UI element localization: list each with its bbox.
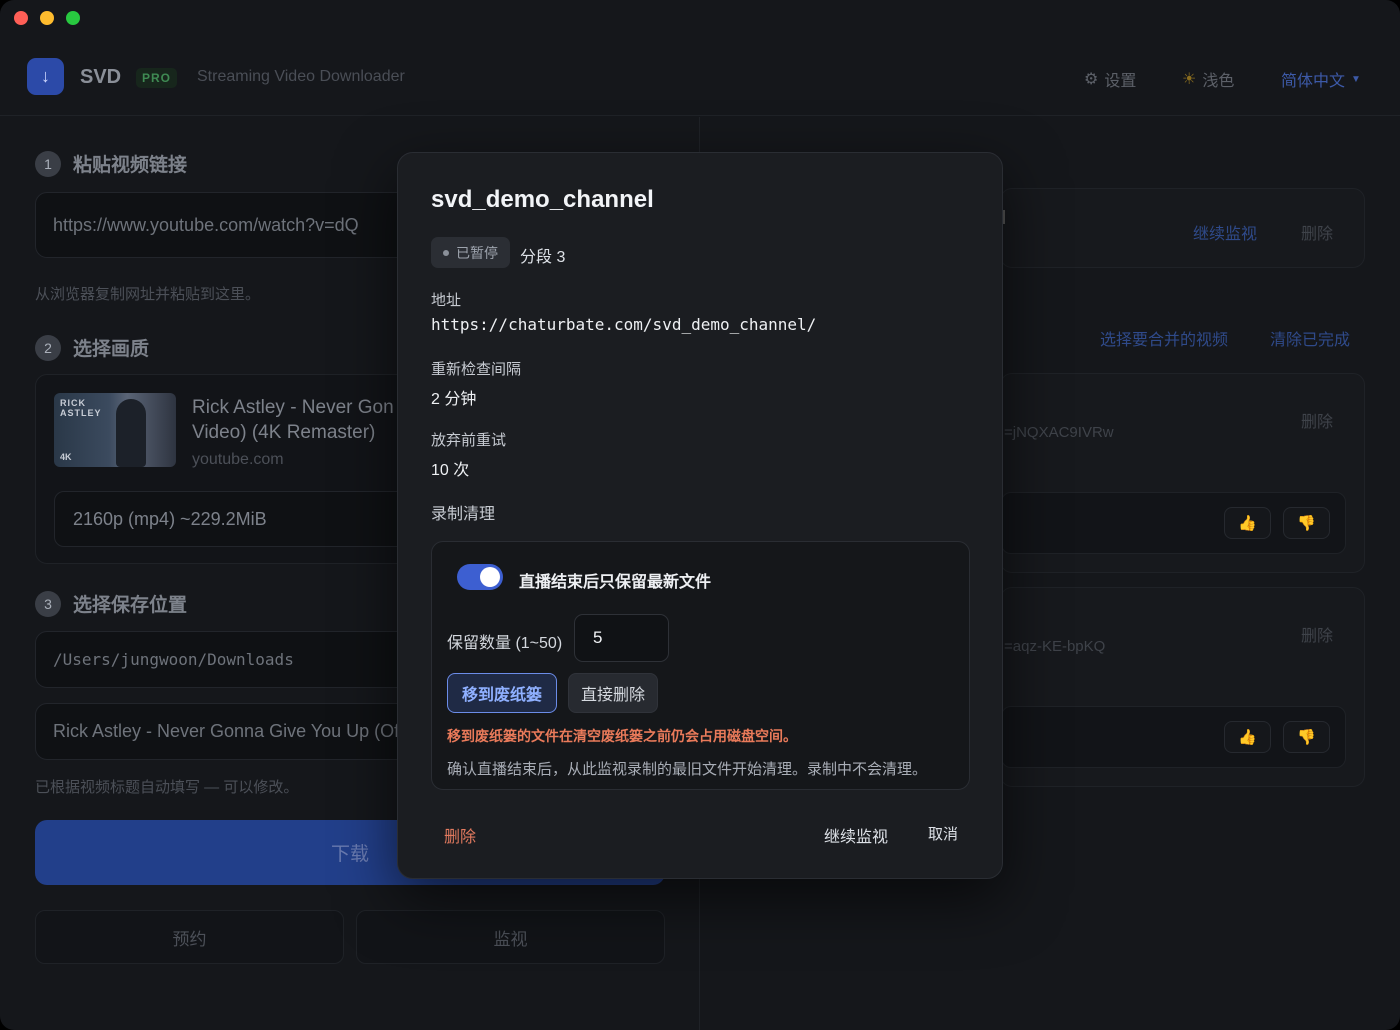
toggle-knob (480, 567, 500, 587)
status-badge: 已暂停 (431, 237, 510, 268)
gear-icon: ⚙ (1084, 71, 1099, 88)
app-name: SVD (80, 66, 122, 88)
video-site: youtube.com (192, 451, 284, 468)
thumbnail-text: RICK ASTLEY (60, 398, 102, 418)
segment-label: 分段 3 (520, 249, 566, 266)
close-window-button[interactable] (14, 11, 28, 25)
step-2-heading: 2 选择画质 (35, 334, 149, 361)
maximize-window-button[interactable] (66, 11, 80, 25)
merge-select-link[interactable]: 选择要合并的视频 (1100, 326, 1228, 350)
schedule-button[interactable]: 预约 (35, 910, 344, 964)
thumbnail-badge: 4K (60, 452, 72, 462)
step-label: 选择保存位置 (73, 595, 188, 616)
queue-item-feedback: 👍 👎 (1001, 492, 1346, 554)
settings-button[interactable]: ⚙ 设置 (1084, 67, 1136, 91)
save-path-value: /Users/jungwoon/Downloads (53, 650, 294, 669)
status-dot-icon (443, 249, 449, 256)
app-window: ↓ SVD PRO Streaming Video Downloader ⚙ 设… (0, 0, 1400, 1030)
monitor-resume-link[interactable]: 继续监视 (1193, 220, 1257, 244)
trash-warning: 移到废纸篓的文件在清空废纸篓之前仍会占用磁盘空间。 (447, 728, 797, 744)
sun-icon: ☀ (1182, 71, 1197, 88)
keep-count-label: 保留数量 (1~50) (447, 635, 563, 652)
queue-item-delete-link[interactable]: 删除 (1301, 408, 1333, 432)
address-value: https://chaturbate.com/svd_demo_channel/ (431, 315, 817, 334)
retry-label: 放弃前重试 (431, 432, 507, 449)
clear-completed-link[interactable]: 清除已完成 (1270, 326, 1350, 350)
monitor-delete-link[interactable]: 删除 (1301, 220, 1333, 244)
queue-item-url: =jNQXAC9IVRw (1004, 424, 1114, 441)
keep-latest-label: 直播结束后只保留最新文件 (519, 574, 712, 591)
theme-label: 浅色 (1202, 73, 1235, 90)
move-to-trash-option[interactable]: 移到废纸篓 (447, 673, 557, 713)
url-hint: 从浏览器复制网址并粘贴到这里。 (35, 286, 261, 303)
caret-down-icon: ▼ (1351, 73, 1361, 85)
step-1-heading: 1 粘贴视频链接 (35, 150, 187, 177)
cleanup-note: 确认直播结束后，从此监视录制的最旧文件开始清理。录制中不会清理。 (447, 761, 928, 778)
download-arrow-icon: ↓ (27, 58, 64, 95)
queue-item-url: =aqz-KE-bpKQ (1004, 638, 1106, 655)
thumbs-down-icon: 👎 (1297, 729, 1316, 746)
step-number: 1 (35, 150, 61, 177)
cleanup-label: 录制清理 (431, 506, 496, 523)
filename-hint: 已根据视频标题自动填写 — 可以修改。 (35, 779, 299, 796)
step-number: 3 (35, 590, 61, 617)
step-label: 粘贴视频链接 (73, 155, 188, 176)
theme-toggle-button[interactable]: ☀ 浅色 (1182, 67, 1234, 91)
delete-directly-option[interactable]: 直接删除 (568, 673, 658, 713)
thumbs-down-button[interactable]: 👎 (1283, 721, 1330, 753)
delete-monitor-button[interactable]: 删除 (444, 823, 476, 847)
cancel-button[interactable]: 取消 (928, 823, 958, 844)
thumbs-up-icon: 👍 (1238, 515, 1257, 532)
title-bar (0, 0, 1400, 38)
app-header: ↓ SVD PRO Streaming Video Downloader ⚙ 设… (0, 38, 1400, 116)
cleanup-panel: 直播结束后只保留最新文件 保留数量 (1~50) 5 移到废纸篓 直接删除 移到… (431, 541, 970, 790)
app-subtitle: Streaming Video Downloader (197, 68, 405, 85)
status-text: 已暂停 (456, 244, 498, 261)
queue-item-feedback: 👍 👎 (1001, 706, 1346, 768)
thumbs-down-button[interactable]: 👎 (1283, 507, 1330, 539)
retry-value: 10 次 (431, 462, 470, 479)
queue-item: 删除 =jNQXAC9IVRw 👍 👎 (1000, 373, 1365, 573)
quality-value: 2160p (mp4) ~229.2MiB (73, 508, 267, 529)
keep-latest-toggle[interactable] (457, 564, 503, 590)
step-label: 选择画质 (73, 339, 150, 360)
step-3-heading: 3 选择保存位置 (35, 590, 187, 617)
monitor-settings-dialog: svd_demo_channel 已暂停 分段 3 地址 https://cha… (397, 152, 1003, 879)
keep-count-value: 5 (593, 628, 603, 647)
interval-label: 重新检查间隔 (431, 361, 522, 378)
monitor-button[interactable]: 监视 (356, 910, 665, 964)
queue-item-delete-link[interactable]: 删除 (1301, 622, 1333, 646)
thumbs-up-button[interactable]: 👍 (1224, 507, 1271, 539)
language-select[interactable]: 简体中文 ▼ (1281, 67, 1361, 91)
step-number: 2 (35, 334, 61, 361)
filename-value: Rick Astley - Never Gonna Give You Up (O… (53, 721, 404, 741)
queue-item: 删除 =aqz-KE-bpKQ 👍 👎 (1000, 587, 1365, 787)
pro-badge: PRO (136, 68, 178, 88)
settings-label: 设置 (1104, 73, 1137, 90)
address-label: 地址 (431, 292, 462, 309)
resume-monitor-button[interactable]: 继续监视 (824, 823, 888, 847)
thumbs-up-icon: 👍 (1238, 729, 1257, 746)
monitor-card: 继续监视 删除 (1000, 188, 1365, 268)
minimize-window-button[interactable] (40, 11, 54, 25)
thumbs-up-button[interactable]: 👍 (1224, 721, 1271, 753)
url-input-value: https://www.youtube.com/watch?v=dQ (53, 214, 359, 235)
language-label: 简体中文 (1281, 73, 1346, 90)
video-thumbnail: RICK ASTLEY 4K (54, 393, 176, 467)
thumbs-down-icon: 👎 (1297, 515, 1316, 532)
thumbnail-figure (116, 399, 146, 467)
keep-count-input[interactable]: 5 (574, 614, 669, 662)
text-caret (1003, 210, 1005, 224)
dialog-title: svd_demo_channel (431, 186, 654, 213)
interval-value: 2 分钟 (431, 391, 477, 408)
